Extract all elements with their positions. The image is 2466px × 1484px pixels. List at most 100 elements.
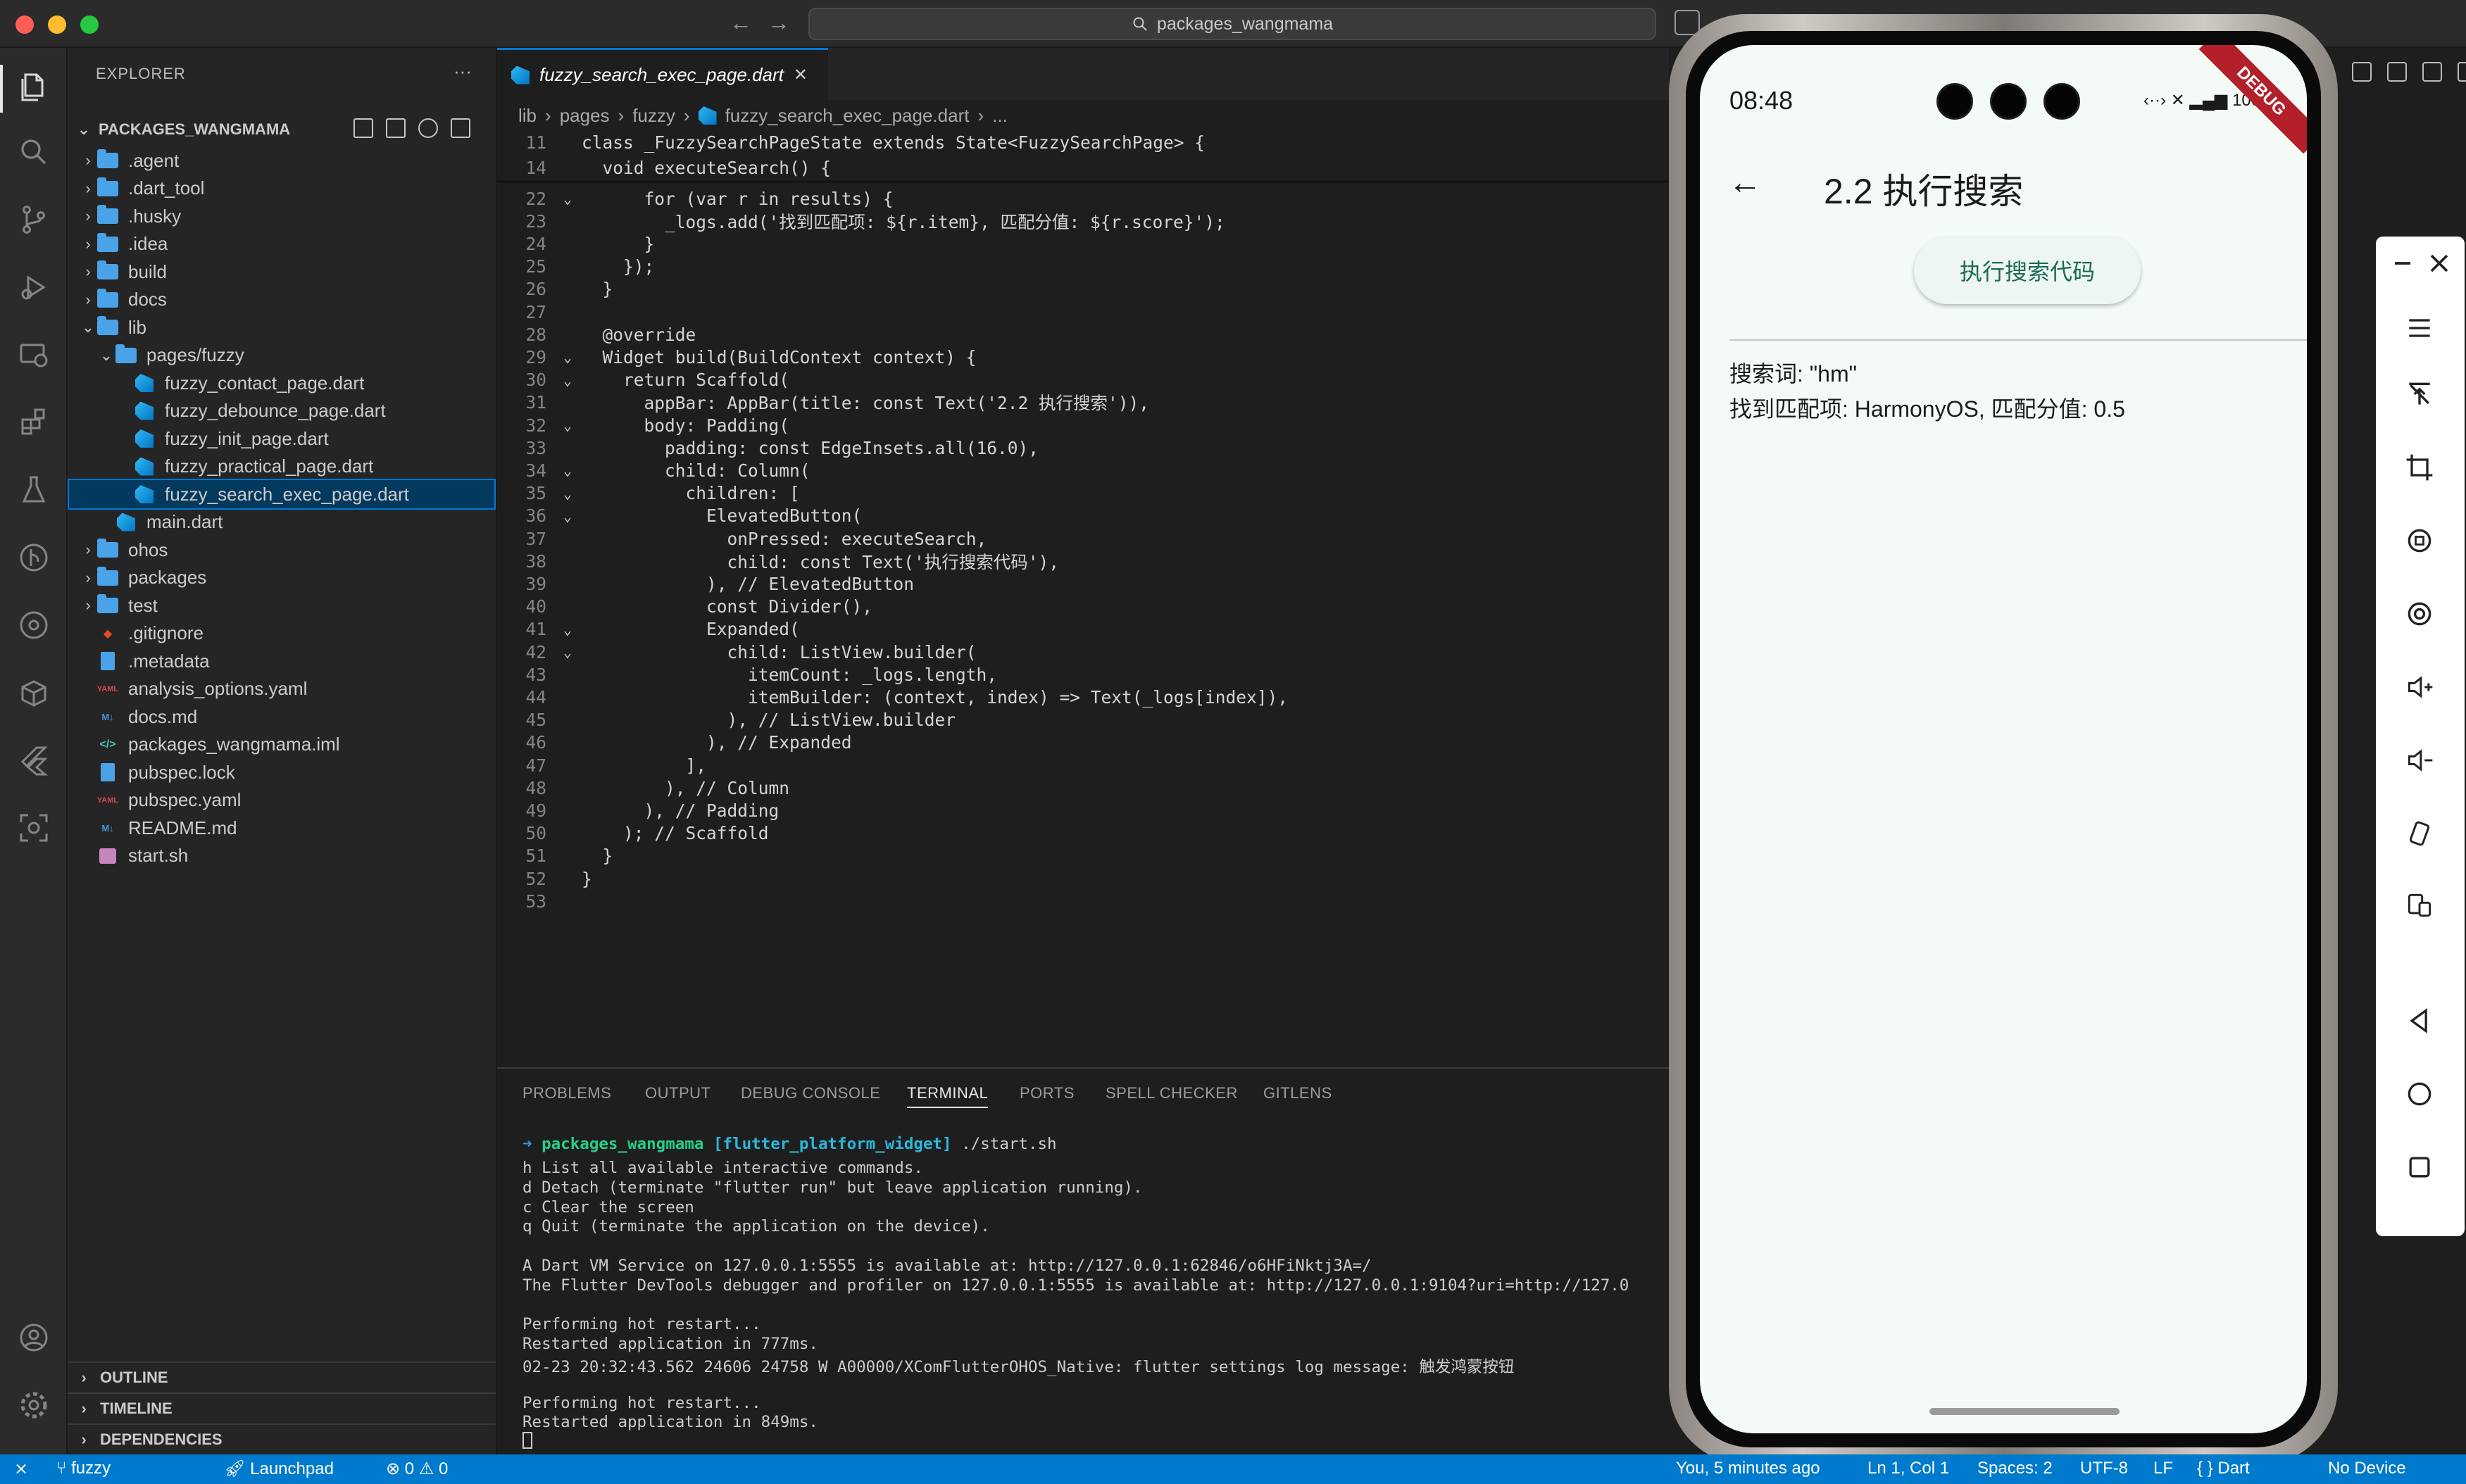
launchpad-indicator[interactable]: 🚀︎ Launchpad [224, 1459, 334, 1479]
encoding[interactable]: UTF-8 [2080, 1459, 2128, 1478]
fold-chevron-icon[interactable]: ⌄ [553, 372, 582, 389]
git-graph-icon[interactable] [17, 608, 51, 642]
refresh-icon[interactable] [418, 118, 438, 138]
extensions-icon[interactable] [17, 405, 51, 439]
shake-icon[interactable] [2403, 817, 2436, 850]
file-item[interactable]: pubspec.lock [68, 757, 496, 788]
remote-indicator[interactable]: ⨯ [14, 1459, 28, 1479]
code-line[interactable]: 34 ⌄ child: Column( [497, 458, 1669, 483]
code-line[interactable]: 27 [497, 299, 1669, 325]
code-line[interactable]: 31 appBar: AppBar(title: const Text('2.2… [497, 390, 1669, 415]
files-icon[interactable] [17, 70, 51, 104]
rotate-icon[interactable] [2403, 524, 2436, 558]
code-line[interactable]: 46 ), // Expanded [497, 730, 1669, 755]
code-line[interactable]: 23 _logs.add('找到匹配项: ${r.item}, 匹配分值: ${… [497, 208, 1669, 234]
close-icon[interactable] [2422, 246, 2456, 280]
code-line[interactable]: 33 padding: const EdgeInsets.all(16.0), [497, 435, 1669, 460]
code-line[interactable]: 28 @override [497, 322, 1669, 347]
file-item[interactable]: M↓ docs.md [68, 701, 496, 732]
execute-search-button[interactable]: 执行搜索代码 [1914, 237, 2141, 304]
toggle-secondary-icon[interactable] [2422, 62, 2442, 82]
git-blame[interactable]: You, 5 minutes ago [1676, 1459, 1820, 1478]
tab-ports[interactable]: PORTS [1020, 1084, 1075, 1102]
file-item[interactable]: .metadata [68, 646, 496, 677]
volume-up-icon[interactable] [2403, 670, 2436, 704]
collapse-all-icon[interactable] [451, 118, 470, 138]
source-control-icon[interactable] [17, 203, 51, 237]
search-icon[interactable] [17, 135, 51, 169]
tab-terminal[interactable]: TERMINAL [907, 1084, 989, 1108]
file-item[interactable]: M↓ README.md [68, 812, 496, 843]
flutter-icon[interactable] [17, 743, 51, 777]
branch-indicator[interactable]: ⑂ fuzzy [56, 1459, 111, 1478]
code-line[interactable]: 22 ⌄ for (var r in results) { [497, 186, 1669, 211]
file-item[interactable]: start.sh [68, 841, 496, 872]
close-window-button[interactable] [15, 15, 34, 34]
maximize-window-button[interactable] [80, 15, 99, 34]
indentation[interactable]: Spaces: 2 [1977, 1459, 2053, 1478]
new-file-icon[interactable] [353, 118, 373, 138]
home-icon[interactable] [2403, 1077, 2436, 1111]
breadcrumb-symbol[interactable]: ... [992, 105, 1008, 127]
folder-item[interactable]: ⌄ pages/fuzzy [68, 340, 496, 371]
minimize-icon[interactable] [2386, 246, 2420, 280]
fold-chevron-icon[interactable]: ⌄ [553, 508, 582, 524]
back-arrow-icon[interactable]: ← [730, 10, 752, 36]
tab-output[interactable]: OUTPUT [645, 1084, 711, 1102]
fold-chevron-icon[interactable]: ⌄ [553, 621, 582, 638]
code-line[interactable]: 24 } [497, 231, 1669, 256]
command-center[interactable]: packages_wangmama [808, 8, 1656, 40]
new-folder-icon[interactable] [386, 118, 406, 138]
outline-section[interactable]: › OUTLINE [68, 1362, 496, 1392]
account-icon[interactable] [17, 1321, 51, 1354]
tab-debug-console[interactable]: DEBUG CONSOLE [741, 1084, 880, 1102]
file-item[interactable]: ◆ .gitignore [68, 618, 496, 649]
recents-icon[interactable] [2403, 1150, 2436, 1184]
folder-item[interactable]: › .agent [68, 145, 496, 176]
folder-item[interactable]: ⌄ lib [68, 312, 496, 343]
fold-chevron-icon[interactable]: ⌄ [553, 462, 582, 479]
containers-icon[interactable] [17, 676, 51, 710]
code-line[interactable]: 50 ); // Scaffold [497, 821, 1669, 846]
code-line[interactable]: 35 ⌄ children: [ [497, 481, 1669, 506]
screenshot-record-icon[interactable] [2403, 597, 2436, 631]
breadcrumb-file[interactable]: fuzzy_search_exec_page.dart [725, 105, 970, 127]
run-debug-icon[interactable] [17, 270, 51, 304]
fold-chevron-icon[interactable]: ⌄ [553, 643, 582, 660]
code-line[interactable]: 44 itemBuilder: (context, index) => Text… [497, 684, 1669, 710]
file-item[interactable]: YAML analysis_options.yaml [68, 674, 496, 705]
code-line[interactable]: 32 ⌄ body: Padding( [497, 413, 1669, 438]
fold-chevron-icon[interactable]: ⌄ [553, 348, 582, 365]
code-line[interactable]: 25 }); [497, 254, 1669, 279]
customize-layout-icon[interactable] [2458, 62, 2466, 82]
code-line[interactable]: 53 [497, 888, 1669, 914]
code-line[interactable]: 26 } [497, 277, 1669, 302]
editor-tab-active[interactable]: fuzzy_search_exec_page.dart ✕ [497, 48, 828, 100]
menu-icon[interactable] [2403, 311, 2436, 345]
code-line[interactable]: 38 child: const Text('执行搜索代码'), [497, 548, 1669, 574]
screenshot-icon[interactable] [17, 811, 51, 845]
folder-item[interactable]: › .idea [68, 229, 496, 260]
breadcrumb-fuzzy[interactable]: fuzzy [632, 105, 675, 127]
phone-screen[interactable]: 08:48 ‹··› ✕ ▂▄▆ 100 DEBUG ← 2.2 执行搜索 执行… [1700, 45, 2307, 1433]
code-line[interactable]: 11 class _FuzzySearchPageState extends St… [497, 130, 1669, 155]
tab-spell-checker[interactable]: SPELL CHECKER [1106, 1084, 1238, 1102]
folder-item[interactable]: › docs [68, 284, 496, 315]
code-line[interactable]: 51 } [497, 843, 1669, 869]
forward-arrow-icon[interactable]: → [768, 10, 790, 36]
fold-chevron-icon[interactable]: ⌄ [553, 417, 582, 434]
cursor-position[interactable]: Ln 1, Col 1 [1867, 1459, 1949, 1478]
breadcrumb-lib[interactable]: lib [518, 105, 537, 127]
tab-problems[interactable]: PROBLEMS [522, 1084, 611, 1102]
file-item[interactable]: fuzzy_debounce_page.dart [68, 396, 496, 427]
file-item[interactable]: fuzzy_init_page.dart [68, 423, 496, 454]
code-line[interactable]: 48 ), // Column [497, 775, 1669, 800]
code-line[interactable]: 41 ⌄ Expanded( [497, 617, 1669, 642]
code-line[interactable]: 49 ), // Padding [497, 798, 1669, 823]
line-ending[interactable]: LF [2153, 1459, 2173, 1478]
file-item[interactable]: fuzzy_search_exec_page.dart [68, 479, 496, 510]
no-touch-icon[interactable] [2403, 377, 2436, 411]
device-selector[interactable]: No Device [2328, 1459, 2406, 1478]
language-mode[interactable]: { } Dart [2197, 1459, 2250, 1478]
file-item[interactable]: YAML pubspec.yaml [68, 785, 496, 816]
